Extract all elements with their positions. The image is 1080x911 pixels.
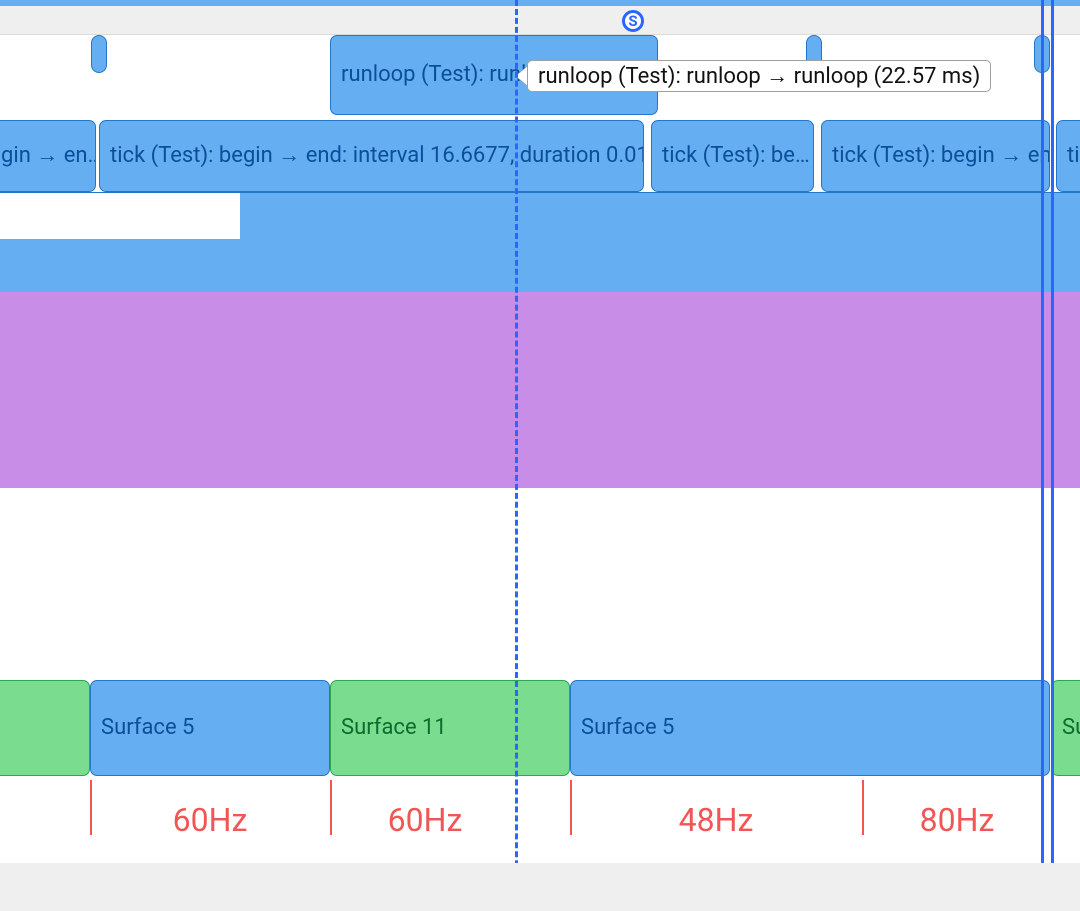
span-label: gin → en… [1,145,96,167]
ruler-header [0,6,1080,35]
span-label: Su [1062,717,1080,739]
span-label: tick (Test): be… [662,145,810,167]
trace-span-tick[interactable]: tick (Test): be… [651,120,814,192]
hz-ruler: 60Hz 60Hz 48Hz 80Hz [0,780,1080,860]
hz-label: 80Hz [862,780,1052,860]
span-label: tick (Test): begin → end: interval 16.66… [110,145,644,167]
hz-value: 48Hz [679,801,754,839]
span-label: Surface 5 [581,717,674,739]
span-label: tic [1067,145,1080,167]
trace-track-purple[interactable] [0,292,1080,488]
trace-span-tick[interactable]: tick (Test): begin → end: interval 16.66… [99,120,644,192]
trace-gap [0,193,240,239]
time-marker[interactable] [1041,0,1044,911]
footer-bar [0,863,1080,911]
tooltip: runloop (Test): runloop → runloop (22.57… [527,60,991,92]
time-marker[interactable] [1051,0,1054,911]
trace-span-surface[interactable]: Surface 11 [330,680,570,776]
hz-value: 60Hz [173,801,248,839]
trace-span-surface[interactable]: Surface 5 [90,680,330,776]
span-label: Surface 11 [341,717,447,739]
hz-label: 48Hz [570,780,862,860]
hz-label: 60Hz [330,780,520,860]
instant-event[interactable] [91,35,107,73]
tooltip-text: runloop (Test): runloop → runloop (22.57… [538,64,980,89]
trace-canvas[interactable]: runloop (Test): runloop S runloop (Test)… [0,0,1080,911]
trace-span-tick[interactable]: tic [1056,120,1080,192]
span-label: tick (Test): begin → en… [832,145,1050,167]
hz-value: 80Hz [920,801,995,839]
trace-span-tick[interactable]: gin → en… [0,120,96,192]
trace-span-surface[interactable] [0,680,90,776]
trace-span-tick[interactable]: tick (Test): begin → en… [821,120,1050,192]
hz-label: 60Hz [90,780,330,860]
hz-value: 60Hz [388,801,463,839]
trace-span-surface[interactable]: Su [1051,680,1080,776]
span-label: Surface 5 [101,717,194,739]
playhead[interactable] [515,0,518,911]
s-marker-icon[interactable]: S [622,10,644,32]
trace-span-surface[interactable]: Surface 5 [570,680,1050,776]
s-marker-label: S [628,12,637,30]
